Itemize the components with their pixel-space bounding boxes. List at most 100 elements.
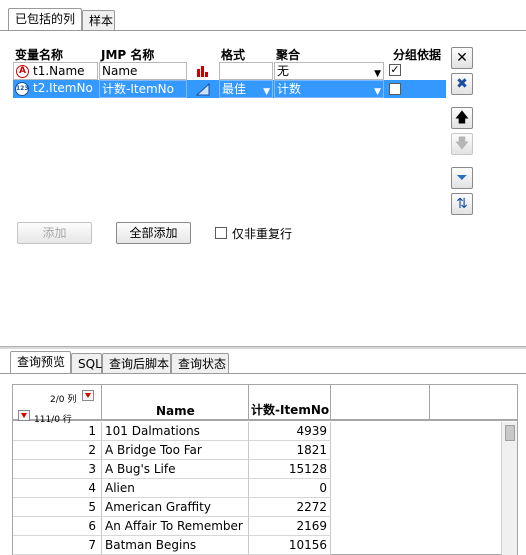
nominal-bar-icon xyxy=(197,66,208,77)
header-group-by: 分组依据 xyxy=(393,48,442,62)
group-by-checkbox[interactable]: ✓ xyxy=(389,64,401,76)
table-row[interactable]: 1 101 Dalmations 4939 xyxy=(13,422,503,441)
column-count-text: 2/0 列 xyxy=(50,395,77,405)
column-header-empty xyxy=(430,385,518,421)
jmp-name-text: 计数-ItemNo xyxy=(102,82,174,96)
format-field[interactable] xyxy=(219,62,273,80)
header-var-name: 变量名称 xyxy=(15,48,64,62)
jmp-name-field[interactable]: Name xyxy=(99,62,187,80)
unique-rows-label: 仅非重复行 xyxy=(232,227,293,241)
char-type-icon: A xyxy=(16,65,29,78)
header-format: 格式 xyxy=(221,48,246,62)
name-cell[interactable]: A Bug's Life xyxy=(102,460,249,479)
name-cell[interactable]: A Bridge Too Far xyxy=(102,441,249,460)
jmp-name-field[interactable]: 计数-ItemNo xyxy=(99,80,187,98)
name-cell[interactable]: Batman Begins xyxy=(102,536,249,555)
modeling-type-cell[interactable] xyxy=(188,80,218,98)
add-all-button-label: 全部添加 xyxy=(129,226,178,240)
row-number: 7 xyxy=(13,536,102,555)
tab-label: 查询预览 xyxy=(17,355,66,369)
format-dropdown[interactable]: 最佳 ▼ xyxy=(219,80,273,98)
tab-sample[interactable]: 样本 xyxy=(82,10,115,30)
tab-query-status[interactable]: 查询状态 xyxy=(171,353,229,373)
column-header-label: 计数-ItemNo xyxy=(251,403,330,417)
var-name-cell[interactable]: At1.Name xyxy=(13,62,98,80)
count-cell[interactable]: 1821 xyxy=(249,441,331,460)
column-header-empty xyxy=(331,385,430,421)
aggregate-dropdown[interactable]: 无 ▼ xyxy=(274,62,384,80)
tab-label: SQL xyxy=(78,357,102,371)
filter-funnel-icon: ⏷ xyxy=(456,170,468,186)
row-number: 1 xyxy=(13,422,102,441)
name-cell[interactable]: 101 Dalmations xyxy=(102,422,249,441)
row-number: 5 xyxy=(13,498,102,517)
columns-menu-red-triangle-icon[interactable] xyxy=(82,390,94,401)
table-row[interactable]: 6 An Affair To Remember 2169 xyxy=(13,517,503,536)
header-aggregate: 聚合 xyxy=(276,48,301,62)
remove-button[interactable]: ✕ xyxy=(451,47,473,69)
sort-button[interactable]: ⇅ xyxy=(451,193,473,215)
column-row[interactable]: At1.Name Name 无 ▼ ✓ xyxy=(13,62,446,80)
move-up-button[interactable]: 🡅 xyxy=(451,107,473,129)
filter-button[interactable]: ⏷ xyxy=(451,167,473,189)
var-name-cell[interactable]: 123 t2.ItemNo xyxy=(13,80,98,98)
close-x-icon: ✕ xyxy=(456,50,468,66)
remove-all-button[interactable]: ✖ xyxy=(451,73,473,95)
table-row[interactable]: 5 American Graffity 2272 xyxy=(13,498,503,517)
tab-included-columns[interactable]: 已包括的列 xyxy=(8,8,82,30)
tab-label: 查询状态 xyxy=(178,357,227,371)
group-by-checkbox[interactable] xyxy=(389,83,401,95)
row-number: 6 xyxy=(13,517,102,536)
aggregate-text: 无 xyxy=(277,64,290,78)
column-header-label: Name xyxy=(156,404,195,418)
tab-divider xyxy=(0,373,526,374)
column-header-name[interactable]: Name xyxy=(102,385,249,421)
numeric-type-icon: 123 xyxy=(15,81,29,96)
table-row[interactable]: 3 A Bug's Life 15128 xyxy=(13,460,503,479)
tab-label: 查询后脚本 xyxy=(109,357,170,371)
column-row-selected[interactable]: 123 t2.ItemNo 计数-ItemNo 最佳 ▼ 计数 ▼ xyxy=(13,80,446,98)
table-row[interactable]: 4 Alien 0 xyxy=(13,479,503,498)
sort-icon: ⇅ xyxy=(456,196,468,212)
header-jmp-name: JMP 名称 xyxy=(101,48,155,62)
name-cell[interactable]: An Affair To Remember xyxy=(102,517,249,536)
tab-label: 已包括的列 xyxy=(15,12,76,26)
unique-rows-checkbox[interactable] xyxy=(215,227,227,239)
count-cell[interactable]: 2169 xyxy=(249,517,331,536)
var-name-text: t1.Name xyxy=(33,64,85,78)
pane-splitter[interactable] xyxy=(0,346,526,349)
table-row[interactable]: 7 Batman Begins 10156 xyxy=(13,536,503,555)
count-cell[interactable]: 0 xyxy=(249,479,331,498)
continuous-triangle-icon xyxy=(195,82,210,96)
column-header-count[interactable]: 计数-ItemNo xyxy=(249,385,331,421)
tab-query-preview[interactable]: 查询预览 xyxy=(10,351,71,373)
name-cell[interactable]: Alien xyxy=(102,479,249,498)
vertical-scrollbar[interactable] xyxy=(501,422,517,555)
name-cell[interactable]: American Graffity xyxy=(102,498,249,517)
tab-post-query-script[interactable]: 查询后脚本 xyxy=(102,353,171,373)
rows-menu-red-triangle-icon[interactable] xyxy=(18,410,30,421)
add-all-button[interactable]: 全部添加 xyxy=(116,222,191,244)
chevron-down-icon: ▼ xyxy=(374,87,381,97)
add-button-label: 添加 xyxy=(42,226,67,240)
tab-label: 样本 xyxy=(89,14,114,28)
modeling-type-cell[interactable] xyxy=(188,62,218,80)
aggregate-dropdown[interactable]: 计数 ▼ xyxy=(274,80,384,98)
count-cell[interactable]: 2272 xyxy=(249,498,331,517)
count-cell[interactable]: 15128 xyxy=(249,460,331,479)
count-cell[interactable]: 10156 xyxy=(249,536,331,555)
tab-divider xyxy=(0,30,526,31)
scrollbar-thumb[interactable] xyxy=(505,425,515,441)
tab-sql[interactable]: SQL xyxy=(71,353,102,373)
row-number: 3 xyxy=(13,460,102,479)
format-text: 最佳 xyxy=(222,82,247,96)
chevron-down-icon: ▼ xyxy=(374,69,381,79)
add-button[interactable]: 添加 xyxy=(17,222,92,244)
jmp-name-text: Name xyxy=(102,64,138,78)
preview-table[interactable]: 2/0 列 111/0 行 Name 计数-ItemNo 1 101 Dalma… xyxy=(12,384,518,555)
move-down-button[interactable]: 🡇 xyxy=(451,133,473,155)
aggregate-text: 计数 xyxy=(277,82,302,96)
table-row[interactable]: 2 A Bridge Too Far 1821 xyxy=(13,441,503,460)
arrow-up-icon: 🡅 xyxy=(454,110,470,126)
count-cell[interactable]: 4939 xyxy=(249,422,331,441)
